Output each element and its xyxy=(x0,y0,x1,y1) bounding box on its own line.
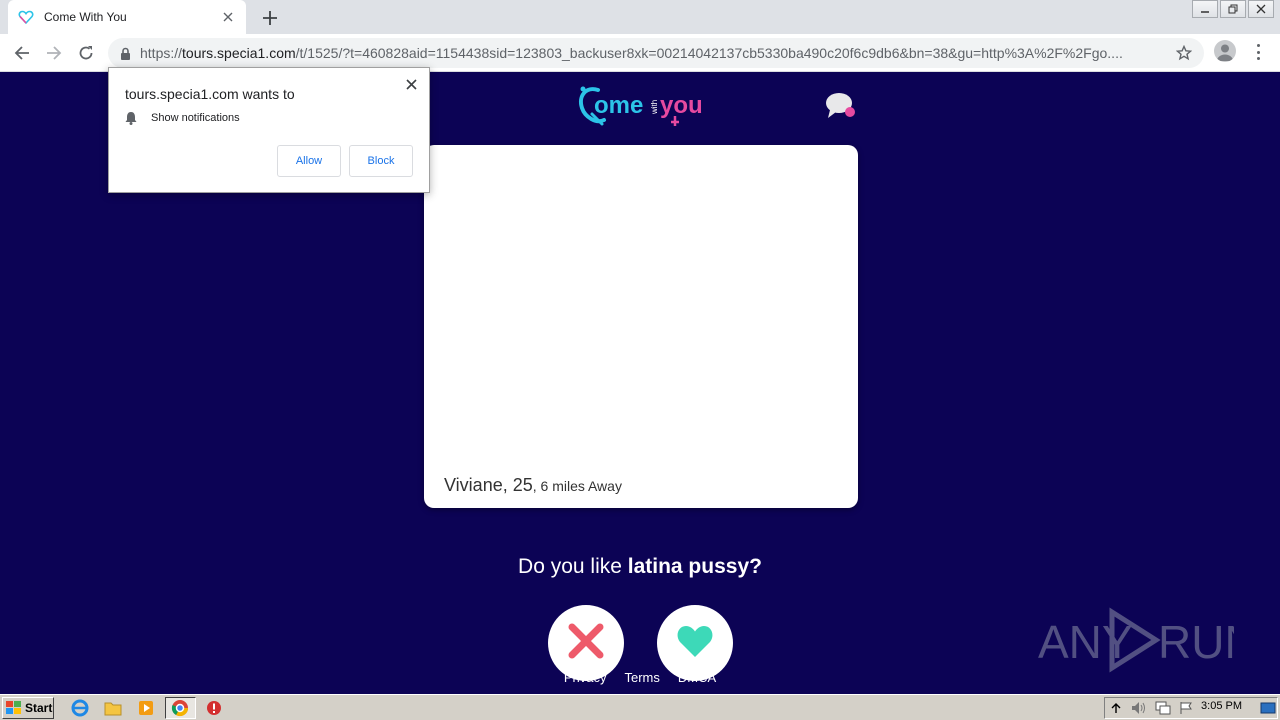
minimize-button[interactable] xyxy=(1192,0,1218,18)
window-controls xyxy=(1190,0,1274,18)
stop-icon[interactable] xyxy=(204,698,224,718)
privacy-link[interactable]: Privacy xyxy=(564,670,607,685)
svg-text:RUN: RUN xyxy=(1158,616,1234,668)
allow-button[interactable]: Allow xyxy=(277,145,341,177)
system-tray xyxy=(1104,697,1278,719)
new-tab-button[interactable] xyxy=(258,6,282,30)
close-window-button[interactable] xyxy=(1248,0,1274,18)
logo-text-you: you xyxy=(660,92,703,119)
bookmark-star-icon[interactable] xyxy=(1175,44,1193,66)
tab-strip: Come With You xyxy=(0,0,1280,34)
taskbar-clock[interactable]: 3:05 PM xyxy=(1201,700,1242,712)
logo-text-with: with xyxy=(650,100,659,115)
bell-icon xyxy=(125,112,137,125)
popup-permission-row: Show notifications xyxy=(125,111,240,125)
url-text[interactable]: https://tours.specia1.com/t/1525/?t=4608… xyxy=(140,45,1160,61)
anyrun-watermark: ANY RUN xyxy=(1038,606,1258,676)
back-arrow-icon[interactable] xyxy=(10,41,34,65)
dmca-link[interactable]: DMCA xyxy=(678,670,716,685)
logo-text-ome: ome xyxy=(594,92,643,119)
internet-explorer-icon[interactable] xyxy=(70,698,90,718)
tab-come-with-you[interactable]: Come With You xyxy=(8,0,246,34)
profile-distance: , 6 miles Away xyxy=(532,478,622,494)
tab-title: Come With You xyxy=(44,10,127,24)
lock-icon[interactable] xyxy=(118,46,132,60)
profile-card[interactable]: Viviane, 25, 6 miles Away xyxy=(424,145,858,508)
like-heart-icon xyxy=(676,624,714,663)
network-icon[interactable] xyxy=(1155,701,1171,715)
show-desktop-icon[interactable] xyxy=(1258,698,1278,718)
dislike-x-icon xyxy=(568,623,604,664)
start-button[interactable]: Start xyxy=(2,697,54,719)
tray-expand-icon[interactable] xyxy=(1111,702,1121,714)
chrome-icon[interactable] xyxy=(170,698,190,718)
media-player-icon[interactable] xyxy=(136,698,156,718)
menu-dots-icon[interactable] xyxy=(1252,42,1264,62)
flag-icon[interactable] xyxy=(1179,701,1193,715)
question-text: Do you like latina pussy? xyxy=(518,555,762,578)
taskbar: Start 3:05 PM xyxy=(0,694,1280,720)
block-button[interactable]: Block xyxy=(349,145,413,177)
notification-permission-popup: tours.specia1.com wants to Show notifica… xyxy=(108,67,430,193)
close-icon[interactable] xyxy=(220,9,236,25)
volume-icon[interactable] xyxy=(1131,701,1147,715)
svg-text:ANY: ANY xyxy=(1038,616,1133,668)
address-bar[interactable]: https://tours.specia1.com/t/1525/?t=4608… xyxy=(108,38,1204,68)
restore-button[interactable] xyxy=(1220,0,1246,18)
file-explorer-icon[interactable] xyxy=(103,698,123,718)
popup-title: tours.specia1.com wants to xyxy=(125,86,295,102)
profile-avatar-icon[interactable] xyxy=(1214,40,1236,62)
chat-bubbles-icon[interactable] xyxy=(824,90,860,122)
come-with-you-logo[interactable]: ome with you xyxy=(578,84,704,128)
profile-caption: Viviane, 25, 6 miles Away xyxy=(444,475,622,496)
close-icon[interactable] xyxy=(403,76,419,92)
reload-icon[interactable] xyxy=(74,41,98,65)
permission-label: Show notifications xyxy=(151,112,240,124)
forward-arrow-icon[interactable] xyxy=(42,41,66,65)
terms-link[interactable]: Terms xyxy=(624,670,659,685)
heart-favicon-icon xyxy=(18,9,34,25)
windows-logo-icon xyxy=(6,701,21,714)
profile-name: Viviane, 25 xyxy=(444,475,533,495)
